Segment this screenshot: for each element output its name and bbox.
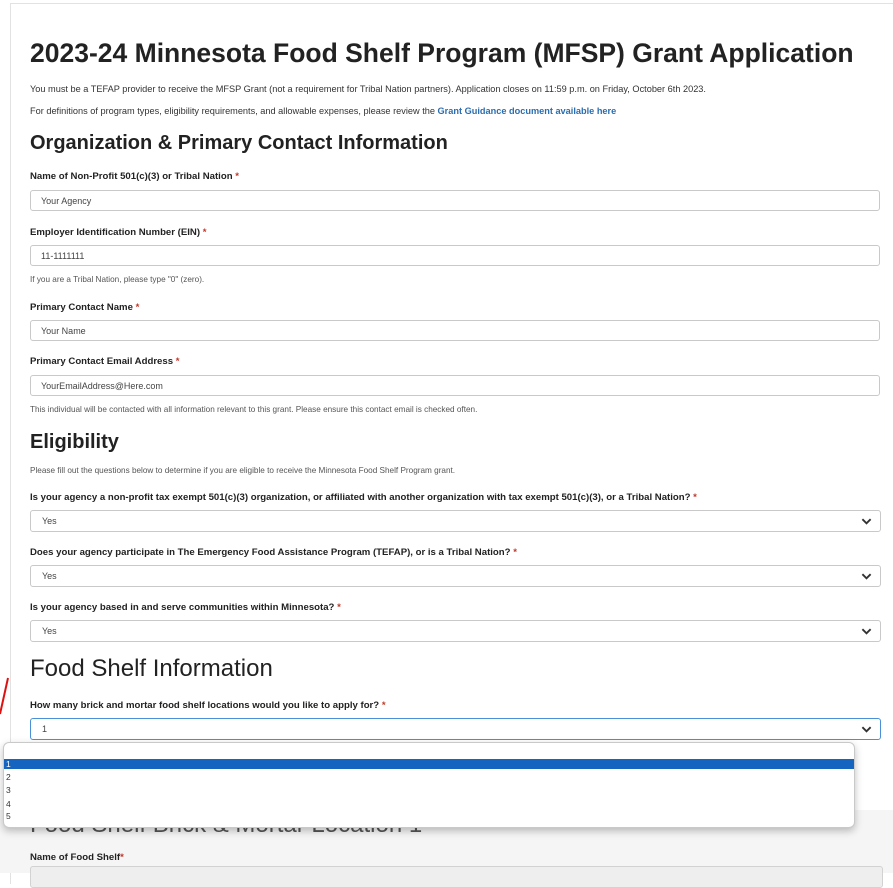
required-mark: * bbox=[337, 602, 341, 613]
dropdown-option-5[interactable]: 5 bbox=[4, 811, 854, 821]
intro-line-1: You must be a TEFAP provider to receive … bbox=[30, 84, 706, 94]
dropdown-option-2[interactable]: 2 bbox=[4, 772, 854, 782]
ein-label: Employer Identification Number (EIN) * bbox=[30, 227, 207, 238]
dropdown-option-4[interactable]: 4 bbox=[4, 799, 854, 809]
intro-line-2: For definitions of program types, eligib… bbox=[30, 106, 616, 116]
q-minnesota-value: Yes bbox=[42, 626, 57, 636]
contact-email-label: Primary Contact Email Address * bbox=[30, 356, 180, 367]
contact-name-label: Primary Contact Name * bbox=[30, 302, 140, 313]
locations-count-value: 1 bbox=[42, 724, 48, 734]
eligibility-heading: Eligibility bbox=[30, 431, 119, 453]
intro-line-2-text: For definitions of program types, eligib… bbox=[30, 106, 438, 116]
chevron-down-icon bbox=[861, 573, 872, 580]
required-mark: * bbox=[120, 852, 124, 863]
required-mark: * bbox=[513, 547, 517, 558]
food-shelf-name-label: Name of Food Shelf* bbox=[30, 852, 124, 863]
org-name-input[interactable] bbox=[30, 190, 880, 211]
dropdown-option-3[interactable]: 3 bbox=[4, 785, 854, 795]
contact-email-help-text: This individual will be contacted with a… bbox=[30, 405, 478, 414]
q-minnesota-select[interactable]: Yes bbox=[30, 620, 881, 642]
locations-count-select[interactable]: 1 bbox=[30, 718, 881, 740]
locations-dropdown-list: 1 2 3 4 5 bbox=[3, 742, 855, 828]
contact-email-input[interactable] bbox=[30, 375, 880, 396]
required-mark: * bbox=[235, 171, 239, 182]
page-title: 2023-24 Minnesota Food Shelf Program (MF… bbox=[30, 38, 854, 68]
ein-input[interactable] bbox=[30, 245, 880, 266]
q-tefap-label: Does your agency participate in The Emer… bbox=[30, 547, 517, 558]
food-shelf-name-input[interactable] bbox=[30, 866, 883, 888]
q-501c3-select[interactable]: Yes bbox=[30, 510, 881, 532]
dropdown-option-1[interactable]: 1 bbox=[4, 759, 854, 769]
contact-name-input[interactable] bbox=[30, 320, 880, 341]
required-mark: * bbox=[202, 227, 207, 238]
chevron-down-icon bbox=[861, 518, 872, 525]
required-mark: * bbox=[693, 492, 697, 503]
q-501c3-value: Yes bbox=[42, 516, 57, 526]
org-name-label: Name of Non-Profit 501(c)(3) or Tribal N… bbox=[30, 171, 239, 182]
q-tefap-select[interactable]: Yes bbox=[30, 565, 881, 587]
eligibility-intro: Please fill out the questions below to d… bbox=[30, 466, 456, 475]
q-501c3-label: Is your agency a non-profit tax exempt 5… bbox=[30, 492, 697, 503]
locations-count-label: How many brick and mortar food shelf loc… bbox=[30, 700, 386, 711]
required-mark: * bbox=[135, 302, 140, 313]
required-mark: * bbox=[381, 700, 386, 711]
grant-guidance-link[interactable]: Grant Guidance document available here bbox=[438, 106, 617, 116]
chevron-down-icon bbox=[861, 726, 872, 733]
required-mark: * bbox=[175, 356, 180, 367]
q-tefap-value: Yes bbox=[42, 571, 57, 581]
food-shelf-heading: Food Shelf Information bbox=[30, 655, 273, 682]
org-section-heading: Organization & Primary Contact Informati… bbox=[30, 132, 448, 154]
chevron-down-icon bbox=[861, 628, 872, 635]
q-minnesota-label: Is your agency based in and serve commun… bbox=[30, 602, 341, 613]
red-arrow-annotation bbox=[0, 677, 9, 715]
ein-help-text: If you are a Tribal Nation, please type … bbox=[30, 275, 205, 284]
